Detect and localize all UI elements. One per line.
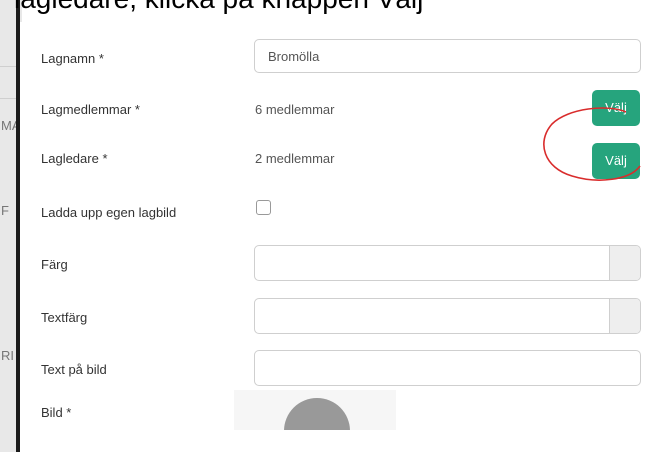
- text-color-picker-input[interactable]: [254, 298, 641, 334]
- image-label: Bild *: [41, 405, 72, 420]
- color-label: Färg: [41, 257, 68, 272]
- team-leaders-count: 2 medlemmar: [255, 151, 335, 166]
- background-text-fragment: RI: [1, 348, 14, 363]
- image-text-label: Text på bild: [41, 362, 107, 377]
- color-picker-input[interactable]: [254, 245, 641, 281]
- text-color-swatch[interactable]: [609, 299, 640, 333]
- team-leaders-label: Lagledare *: [41, 151, 108, 166]
- select-team-members-button[interactable]: Välj: [592, 90, 640, 126]
- instruction-caption: lagledare, klicka på knappen Välj: [14, 0, 423, 15]
- avatar-placeholder-icon: [284, 398, 350, 430]
- text-color-label: Textfärg: [41, 310, 88, 325]
- team-members-label: Lagmedlemmar *: [41, 102, 140, 117]
- team-name-input[interactable]: [254, 39, 641, 73]
- color-swatch[interactable]: [609, 246, 640, 280]
- upload-image-checkbox[interactable]: [256, 200, 271, 215]
- team-form-panel: Lagnamn * Lagmedlemmar * 6 medlemmar Väl…: [20, 22, 647, 452]
- team-image-preview[interactable]: [234, 390, 396, 430]
- team-name-label: Lagnamn *: [41, 51, 104, 66]
- image-text-input[interactable]: [254, 350, 641, 386]
- team-members-count: 6 medlemmar: [255, 102, 335, 117]
- upload-image-label: Ladda upp egen lagbild: [41, 205, 177, 220]
- select-team-leaders-button[interactable]: Välj: [592, 143, 640, 179]
- background-text-fragment: F: [1, 203, 9, 218]
